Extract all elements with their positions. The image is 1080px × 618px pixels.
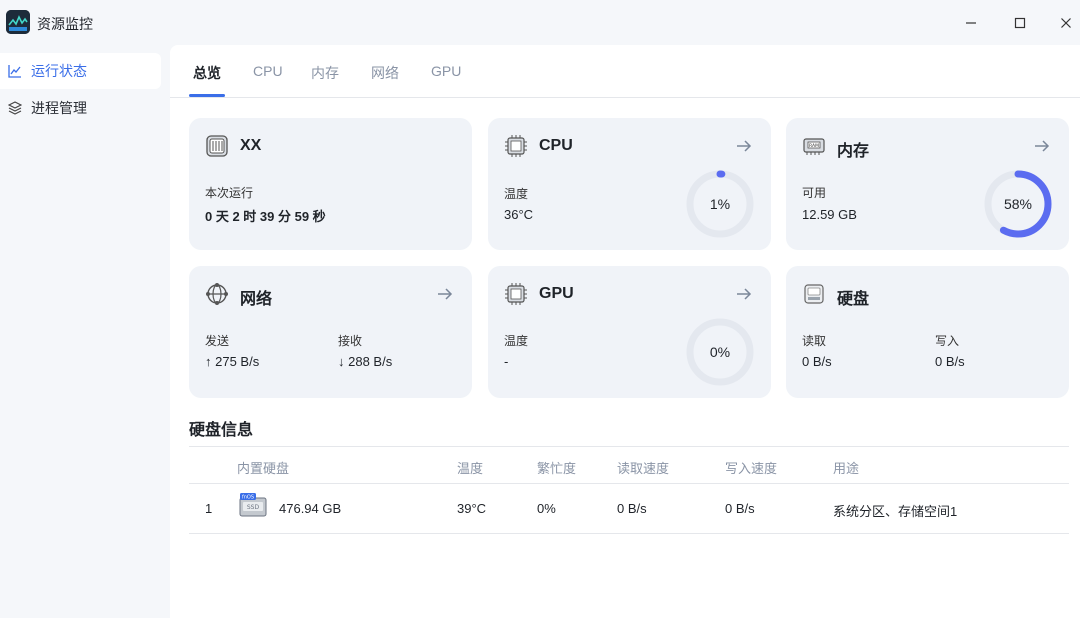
gpu-temp-value: - [504,354,509,369]
svg-text:SSD: SSD [247,504,260,511]
cpu-chip-icon [504,134,528,158]
card-title: 硬盘 [837,291,870,308]
app-title: 资源监控 [37,16,93,32]
disk-usage: 系统分区、存储空间1 [833,504,958,519]
arrow-right-icon[interactable] [735,285,753,303]
tab-bar: 总览 CPU 内存 网络 GPU [170,45,1080,98]
app-monitor-icon [6,10,30,34]
server-icon [205,134,229,158]
disk-write-value: 0 B/s [935,354,965,369]
memory-available-label: 可用 [802,186,827,200]
network-send-value: ↑ 275 B/s [205,354,260,369]
column-header: 用途 [833,461,860,476]
svg-text:RAM: RAM [809,143,819,149]
card-title: 内存 [837,143,870,160]
gpu-temp-label: 温度 [504,334,529,348]
cpu-temp-label: 温度 [504,187,529,201]
tab-overview[interactable]: 总览 [193,63,221,83]
card-title: XX [240,137,262,154]
row-index: 1 [205,501,213,516]
ram-icon: RAM [802,134,826,158]
sidebar-item-label: 进程管理 [31,100,87,116]
system-card: XX 本次运行 0 天 2 时 39 分 59 秒 [189,118,472,250]
sidebar-item-label: 运行状态 [31,63,87,79]
globe-icon [205,282,229,306]
network-recv-value: ↓ 288 B/s [338,354,393,369]
table-header: 内置硬盘 温度 繁忙度 读取速度 写入速度 用途 [189,446,1069,484]
disk-busy: 0% [537,501,556,516]
card-title: 网络 [240,291,273,308]
disk-read-speed: 0 B/s [617,501,647,516]
gpu-card[interactable]: GPU 温度 - 0% [488,266,771,398]
tab-network[interactable]: 网络 [371,63,399,83]
memory-card[interactable]: RAM 内存 可用 12.59 GB 58% [786,118,1069,250]
cpu-usage-value: 1% [709,196,731,212]
tab-gpu[interactable]: GPU [431,63,461,79]
table-row[interactable]: 1 SSD fnOS 476.94 GB 39°C 0% 0 B/s 0 B/s… [189,484,1069,534]
tab-memory[interactable]: 内存 [311,63,339,83]
line-chart-icon [7,63,23,79]
disk-read-label: 读取 [802,334,827,348]
cpu-temp-value: 36°C [504,207,534,222]
card-title: CPU [539,137,573,154]
card-title: GPU [539,285,574,302]
tab-cpu[interactable]: CPU [253,63,283,79]
column-header: 温度 [457,461,484,476]
disk-info-title: 硬盘信息 [189,422,254,439]
arrow-right-icon[interactable] [436,285,454,303]
uptime-label: 本次运行 [205,186,254,200]
column-header: 读取速度 [617,461,670,476]
maximize-button[interactable] [1009,12,1031,34]
disk-read-value: 0 B/s [802,354,832,369]
sidebar-item-process-management[interactable]: 进程管理 [0,90,161,126]
network-card[interactable]: 网络 发送 ↑ 275 B/s 接收 ↓ 288 B/s [189,266,472,398]
disk-temp: 39°C [457,501,487,516]
disk-size: 476.94 GB [279,501,342,516]
column-header: 繁忙度 [537,461,577,476]
close-button[interactable] [1055,12,1077,34]
gpu-usage-value: 0% [709,344,731,360]
minimize-button[interactable] [960,12,982,34]
sidebar-item-run-status[interactable]: 运行状态 [0,53,161,89]
main-panel: 总览 CPU 内存 网络 GPU XX 本次运行 0 天 2 时 39 分 59… [170,45,1080,618]
os-badge: fnOS [242,494,254,500]
layers-icon [7,100,23,116]
network-recv-label: 接收 [338,334,363,348]
column-header: 写入速度 [725,461,778,476]
arrow-right-icon[interactable] [1033,137,1051,155]
arrow-right-icon[interactable] [735,137,753,155]
title-bar: 资源监控 [0,0,1080,45]
uptime-value: 0 天 2 时 39 分 59 秒 [205,209,326,224]
network-send-label: 发送 [205,334,230,348]
sidebar: 运行状态 进程管理 [0,45,170,618]
gpu-chip-icon [504,282,528,306]
disk-write-label: 写入 [935,334,960,348]
memory-usage-value: 58% [1003,196,1033,212]
cpu-card[interactable]: CPU 温度 36°C 1% [488,118,771,250]
memory-available-value: 12.59 GB [802,207,857,222]
disk-write-speed: 0 B/s [725,501,755,516]
column-header: 内置硬盘 [237,461,290,476]
active-tab-indicator [189,94,225,97]
disk-card: 硬盘 读取 0 B/s 写入 0 B/s [786,266,1069,398]
hard-disk-icon [802,282,826,306]
ssd-icon: SSD fnOS [239,493,267,517]
